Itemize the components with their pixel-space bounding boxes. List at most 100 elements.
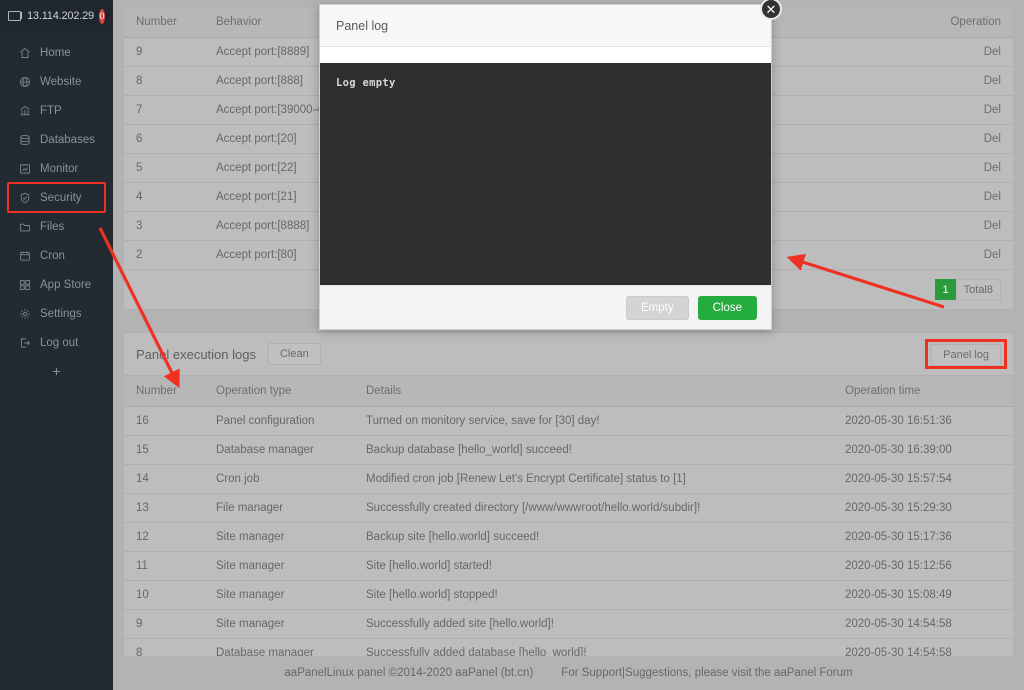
sidebar-item-cron[interactable]: Cron — [0, 241, 113, 270]
cell-number: 13 — [124, 494, 204, 523]
cell-time: 2020-05-30 15:08:49 — [833, 581, 1013, 610]
sidebar-item-home[interactable]: Home — [0, 38, 113, 67]
cell-details: Successfully created directory [/www/www… — [354, 494, 833, 523]
delete-rule-button[interactable]: Del — [984, 46, 1001, 58]
sidebar-item-app-store[interactable]: App Store — [0, 270, 113, 299]
empty-log-button[interactable]: Empty — [626, 296, 689, 320]
table-row[interactable]: 11 Site manager Site [hello.world] start… — [124, 552, 1013, 581]
cell-operation: Del — [923, 96, 1013, 125]
server-monitor-icon — [8, 11, 22, 22]
cell-details: Successfully added site [hello.world]! — [354, 610, 833, 639]
shield-icon — [18, 191, 31, 204]
sidebar-item-security[interactable]: Security — [8, 183, 105, 212]
dialog-title: Panel log — [336, 19, 388, 33]
calendar-icon — [18, 249, 31, 262]
cell-operation: Del — [923, 154, 1013, 183]
dialog-footer: Empty Close — [320, 285, 771, 329]
folder-icon — [18, 220, 31, 233]
cell-details: Backup database [hello_world] succeed! — [354, 436, 833, 465]
logout-icon — [18, 336, 31, 349]
cell-type: Site manager — [204, 552, 354, 581]
cell-operation: Del — [923, 38, 1013, 67]
delete-rule-button[interactable]: Del — [984, 249, 1001, 261]
panel-execution-logs-table: Number Operation type Details Operation … — [124, 376, 1013, 690]
home-icon — [18, 46, 31, 59]
cell-details: Backup site [hello.world] succeed! — [354, 523, 833, 552]
sidebar-nav: Home Website FTP Databases — [0, 32, 113, 385]
cell-number: 15 — [124, 436, 204, 465]
cell-time: 2020-05-30 15:12:56 — [833, 552, 1013, 581]
sidebar-item-databases[interactable]: Databases — [0, 125, 113, 154]
sidebar-item-log-out[interactable]: Log out — [0, 328, 113, 357]
monitor-chart-icon — [18, 162, 31, 175]
log-empty-message: Log empty — [336, 77, 755, 89]
sidebar-item-settings[interactable]: Settings — [0, 299, 113, 328]
delete-rule-button[interactable]: Del — [984, 133, 1001, 145]
cell-number: 10 — [124, 581, 204, 610]
sidebar-add-button[interactable]: + — [0, 357, 113, 385]
table-header-row: Number Operation type Details Operation … — [124, 376, 1013, 407]
cell-operation: Del — [923, 183, 1013, 212]
table-row[interactable]: 12 Site manager Backup site [hello.world… — [124, 523, 1013, 552]
sidebar-server-header[interactable]: 13.114.202.29 0 — [0, 0, 113, 32]
sidebar-item-label: Files — [40, 221, 64, 233]
cell-time: 2020-05-30 15:17:36 — [833, 523, 1013, 552]
logs-card-header: Panel execution logs Clean Panel log — [124, 333, 1013, 376]
gear-icon — [18, 307, 31, 320]
cell-number: 9 — [124, 38, 204, 67]
cell-type: Site manager — [204, 610, 354, 639]
footer-support-link[interactable]: For Support|Suggestions, please visit th… — [561, 667, 852, 679]
sidebar: 13.114.202.29 0 Home Website FTP — [0, 0, 113, 690]
delete-rule-button[interactable]: Del — [984, 191, 1001, 203]
cell-number: 8 — [124, 67, 204, 96]
cell-operation: Del — [923, 67, 1013, 96]
sidebar-item-label: Home — [40, 47, 71, 59]
cell-number: 14 — [124, 465, 204, 494]
page-button-1[interactable]: 1 — [935, 279, 957, 300]
cell-number: 4 — [124, 183, 204, 212]
table-row[interactable]: 15 Database manager Backup database [hel… — [124, 436, 1013, 465]
sidebar-item-ftp[interactable]: FTP — [0, 96, 113, 125]
column-header-number: Number — [124, 376, 204, 407]
column-header-operation-time: Operation time — [833, 376, 1013, 407]
column-header-details: Details — [354, 376, 833, 407]
cell-number: 6 — [124, 125, 204, 154]
cell-type: Site manager — [204, 523, 354, 552]
cell-number: 7 — [124, 96, 204, 125]
panel-log-button-wrapper: Panel log — [931, 345, 1001, 363]
table-row[interactable]: 13 File manager Successfully created dir… — [124, 494, 1013, 523]
sidebar-item-label: Log out — [40, 337, 78, 349]
sidebar-item-files[interactable]: Files — [0, 212, 113, 241]
delete-rule-button[interactable]: Del — [984, 220, 1001, 232]
table-row[interactable]: 16 Panel configuration Turned on monitor… — [124, 407, 1013, 436]
sidebar-item-website[interactable]: Website — [0, 67, 113, 96]
clean-logs-button[interactable]: Clean — [268, 343, 321, 365]
delete-rule-button[interactable]: Del — [984, 162, 1001, 174]
sidebar-item-label: Security — [40, 192, 82, 204]
close-dialog-button[interactable]: Close — [698, 296, 757, 320]
cell-time: 2020-05-30 16:39:00 — [833, 436, 1013, 465]
table-row[interactable]: 9 Site manager Successfully added site [… — [124, 610, 1013, 639]
cell-number: 2 — [124, 241, 204, 270]
cell-operation: Del — [923, 212, 1013, 241]
cell-time: 2020-05-30 15:29:30 — [833, 494, 1013, 523]
sidebar-item-label: Cron — [40, 250, 65, 262]
page-footer: aaPanelLinux panel ©2014-2020 aaPanel (b… — [113, 656, 1024, 690]
sidebar-item-monitor[interactable]: Monitor — [0, 154, 113, 183]
sidebar-item-label: App Store — [40, 279, 91, 291]
cell-details: Modified cron job [Renew Let's Encrypt C… — [354, 465, 833, 494]
table-row[interactable]: 14 Cron job Modified cron job [Renew Let… — [124, 465, 1013, 494]
delete-rule-button[interactable]: Del — [984, 104, 1001, 116]
panel-log-button[interactable]: Panel log — [931, 344, 1001, 366]
cell-time: 2020-05-30 14:54:58 — [833, 610, 1013, 639]
cell-details: Site [hello.world] stopped! — [354, 581, 833, 610]
cell-type: Cron job — [204, 465, 354, 494]
log-output-area[interactable]: Log empty — [320, 63, 771, 285]
delete-rule-button[interactable]: Del — [984, 75, 1001, 87]
cell-number: 16 — [124, 407, 204, 436]
cell-time: 2020-05-30 15:57:54 — [833, 465, 1013, 494]
sidebar-item-label: Databases — [40, 134, 95, 146]
notification-badge[interactable]: 0 — [99, 9, 105, 24]
table-row[interactable]: 10 Site manager Site [hello.world] stopp… — [124, 581, 1013, 610]
sidebar-item-label: Settings — [40, 308, 82, 320]
